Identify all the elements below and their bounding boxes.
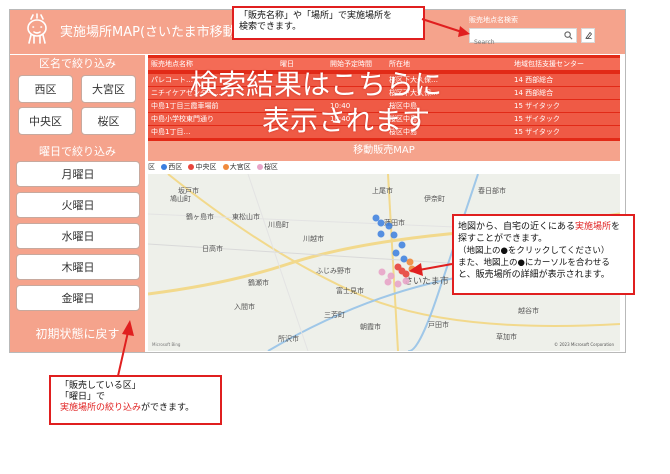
legend-item: 中央区 <box>195 163 217 171</box>
callout-text: 実施場所の絞り込みができます。 <box>60 403 211 414</box>
map-copyright: © 2023 Microsoft Corporation <box>554 342 614 347</box>
legend-item: 西区 <box>168 163 183 171</box>
map-marker-nishi[interactable] <box>372 214 380 222</box>
callout-filter: 「販売している区」 「曜日」で 実施場所の絞り込みができます。 <box>49 375 222 425</box>
ward-button-sakura[interactable]: 桜区 <box>81 107 136 135</box>
map-marker-nishi[interactable] <box>398 241 406 249</box>
clear-search-button[interactable] <box>581 28 595 43</box>
map-title: 移動販売MAP <box>148 141 620 161</box>
day-button-wednesday[interactable]: 水曜日 <box>16 223 140 249</box>
callout-text: 「販売名称」や「場所」で実施場所を <box>239 11 393 21</box>
legend-prefix: 区 <box>148 163 155 171</box>
callout-text: （地図上の●をクリックしてください） <box>458 246 610 256</box>
mascot-logo-icon <box>27 13 47 44</box>
table-cell: 15 ザイタック <box>514 102 560 110</box>
search-box[interactable] <box>469 28 577 49</box>
day-button-friday[interactable]: 金曜日 <box>16 285 140 311</box>
callout-text: 探すことができます。 <box>458 234 548 244</box>
ward-filter-heading: 区名で絞り込み <box>39 57 116 70</box>
column-header[interactable]: 地域包括支援センター <box>514 58 618 70</box>
map-brand: Microsoft Bing <box>152 342 181 347</box>
day-filter-heading: 曜日で絞り込み <box>39 145 116 158</box>
table-cell: 中島1丁目… <box>151 128 191 136</box>
callout-search: 「販売名称」や「場所」で実施場所を 検索できます。 <box>232 6 425 40</box>
callout-text: 地図から、自宅の近くにある実施場所を <box>458 221 629 233</box>
table-cell: 中島小学校東門通り <box>151 115 214 123</box>
map-marker-sakura[interactable] <box>384 278 392 286</box>
callout-text: 「販売している区」 <box>60 381 141 391</box>
map-marker-sakura[interactable] <box>394 280 402 288</box>
callout-highlight: 実施場所の絞り込み <box>60 403 142 413</box>
results-overlay-line1: 検索結果はこちらに <box>190 68 443 101</box>
map-marker-nishi[interactable] <box>390 231 398 239</box>
callout-map: 地図から、自宅の近くにある実施場所を 探すことができます。 （地図上の●をクリッ… <box>452 214 635 295</box>
table-cell: 14 西部総合 <box>514 89 554 97</box>
ward-button-chuo[interactable]: 中央区 <box>18 107 73 135</box>
ward-button-nishi[interactable]: 西区 <box>18 75 73 103</box>
legend-swatch-icon <box>222 163 229 170</box>
legend-swatch-icon <box>161 163 168 170</box>
map-marker-nishi[interactable] <box>377 230 385 238</box>
results-overlay-line2: 表示されます <box>262 104 431 137</box>
legend-swatch-icon <box>188 163 195 170</box>
day-button-tuesday[interactable]: 火曜日 <box>16 192 140 218</box>
table-cell: 15 ザイタック <box>514 128 560 136</box>
map-marker-nishi[interactable] <box>377 219 385 227</box>
callout-arrow-icon <box>117 320 134 377</box>
results-table: 販売地点名称 曜日 開始予定時間 所在地 地域包括支援センター パレコート… 桜… <box>148 55 620 141</box>
table-cell: 15 ザイタック <box>514 115 560 123</box>
map-marker-nishi[interactable] <box>385 222 393 230</box>
ward-button-omiya[interactable]: 大宮区 <box>81 75 136 103</box>
legend-swatch-icon <box>256 163 263 170</box>
eraser-icon <box>585 31 593 39</box>
legend-item: 大宮区 <box>229 163 251 171</box>
callout-text: 検索できます。 <box>239 22 302 32</box>
map-marker-nishi[interactable] <box>392 249 400 257</box>
callout-arrow-icon <box>421 18 470 37</box>
callout-text: ができます。 <box>141 403 195 413</box>
map-marker-sakura[interactable] <box>387 272 395 280</box>
callout-text: 地図から、自宅の近くにある <box>458 222 576 232</box>
map-legend: 区 西区 中央区 大宮区 桜区 <box>148 162 620 173</box>
search-input[interactable] <box>470 36 562 49</box>
table-cell: 14 西部総合 <box>514 76 554 84</box>
callout-highlight: 実施場所 <box>575 222 612 232</box>
map-marker-sakura[interactable] <box>402 277 410 285</box>
callout-text: 「曜日」で <box>60 392 106 402</box>
map-marker-sakura[interactable] <box>378 268 386 276</box>
app-title: 実施場所MAP(さいたま市移動販売 <box>60 25 240 40</box>
day-button-monday[interactable]: 月曜日 <box>16 161 140 187</box>
day-button-thursday[interactable]: 木曜日 <box>16 254 140 280</box>
callout-text: また、地図上の●にカーソルを合わせる <box>458 258 610 268</box>
search-icon[interactable] <box>564 31 573 40</box>
callout-text: と、販売場所の詳細が表示されます。 <box>458 270 610 280</box>
legend-item: 桜区 <box>263 163 278 171</box>
callout-arrow-icon <box>409 263 453 276</box>
callout-text: を <box>611 222 621 232</box>
search-label: 販売地点名検索 <box>469 16 518 24</box>
